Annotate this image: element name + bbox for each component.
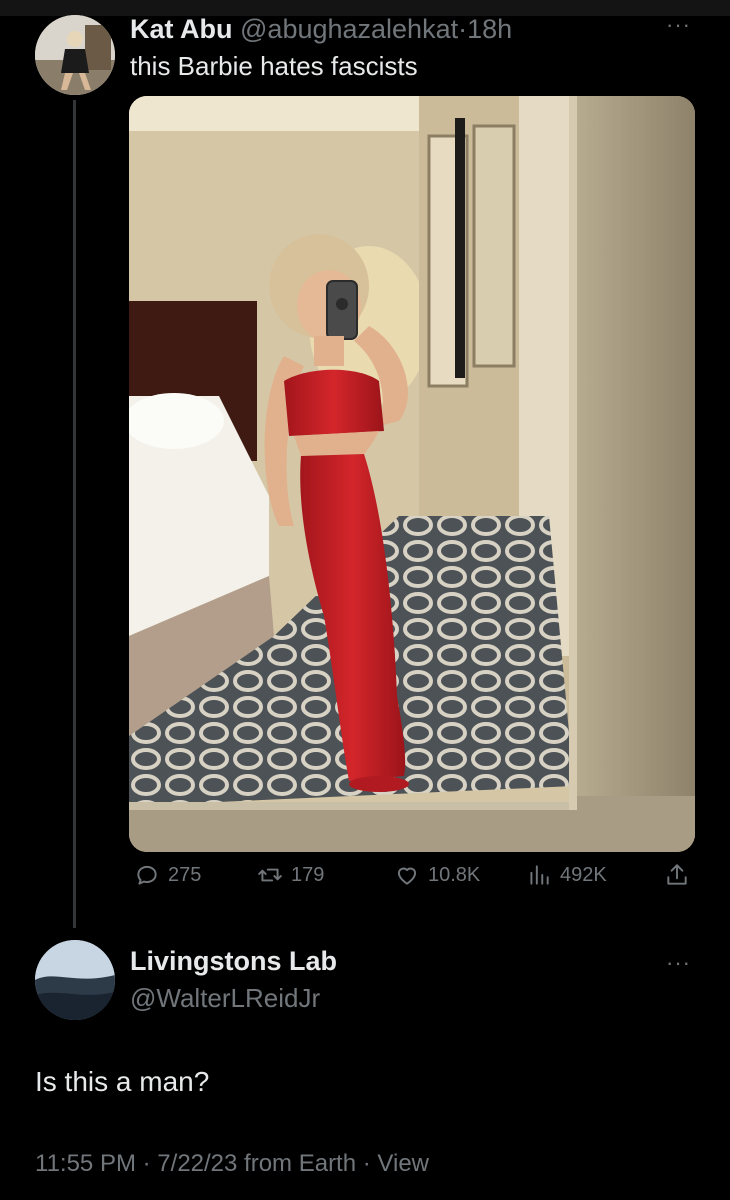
kat-abu-avatar-image xyxy=(35,15,115,95)
view-link[interactable]: View xyxy=(377,1150,429,1177)
tweet-more-icon[interactable]: ··· xyxy=(666,12,691,38)
thread-connector-line xyxy=(73,100,76,928)
views-button[interactable]: 492K xyxy=(526,862,607,888)
tweet-author-handle[interactable]: @abughazalehkat xyxy=(240,14,458,44)
reply-text: Is this a man? xyxy=(35,1066,210,1097)
like-button[interactable]: 10.8K xyxy=(394,862,480,888)
reply-timestamp-line: 11:55 PM · 7/22/23 from Earth · View xyxy=(35,1150,429,1178)
share-icon xyxy=(667,864,687,885)
views-icon xyxy=(530,865,549,885)
tweet-text: this Barbie hates fascists xyxy=(130,51,418,81)
kat-abu-avatar[interactable] xyxy=(35,15,115,95)
reply-date: 7/22/23 from Earth xyxy=(157,1150,357,1177)
tweet-photo[interactable] xyxy=(129,96,695,852)
tweet-action-bar: 275 179 10.8K 492K xyxy=(129,862,695,902)
reply-count: 275 xyxy=(168,863,202,886)
tweet-time[interactable]: 18h xyxy=(467,14,512,44)
like-icon xyxy=(397,867,417,885)
like-count: 10.8K xyxy=(428,863,481,886)
meta-separator: · xyxy=(142,1150,151,1177)
retweet-icon xyxy=(258,868,282,882)
retweet-button[interactable]: 179 xyxy=(257,862,324,888)
reply-author-name[interactable]: Livingstons Lab xyxy=(130,946,337,977)
reply-more-icon[interactable]: ··· xyxy=(666,950,691,976)
views-count: 492K xyxy=(560,863,607,886)
meta-separator: · xyxy=(362,1150,371,1177)
tweet-author-name[interactable]: Kat Abu xyxy=(130,14,233,44)
reply-button[interactable]: 275 xyxy=(134,862,201,888)
reply-author-handle[interactable]: @WalterLReidJr xyxy=(130,983,320,1014)
reply-time[interactable]: 11:55 PM xyxy=(35,1150,136,1177)
share-button[interactable] xyxy=(664,862,698,888)
mirror-selfie-image xyxy=(129,96,695,852)
livingstons-lab-avatar[interactable] xyxy=(35,940,115,1020)
header-separator: · xyxy=(458,14,468,44)
reply-icon xyxy=(137,865,157,885)
tweet-header: Kat Abu @abughazalehkat·18h xyxy=(130,12,512,46)
livingstons-lab-avatar-image xyxy=(35,940,115,1020)
retweet-count: 179 xyxy=(291,863,325,886)
